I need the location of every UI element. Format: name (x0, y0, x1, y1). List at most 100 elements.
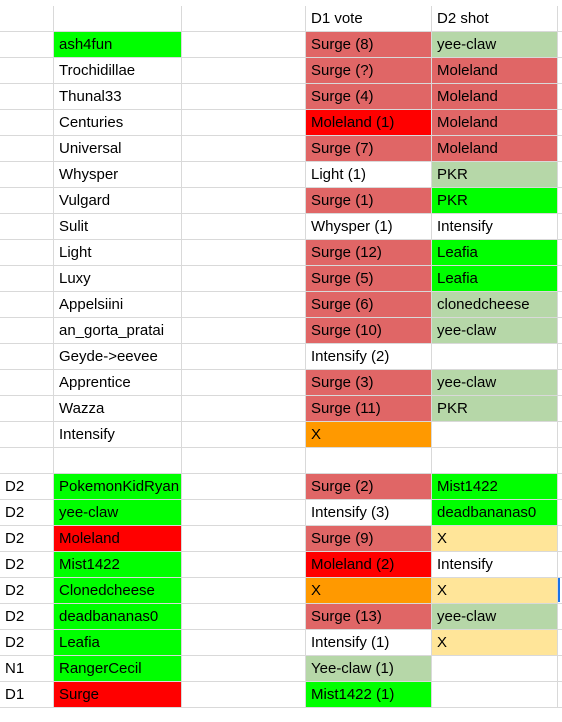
empty-cell[interactable] (182, 136, 306, 162)
empty-cell[interactable] (182, 214, 306, 240)
d2-shot-cell[interactable]: Leafia (432, 266, 558, 292)
d2-shot-cell[interactable]: clonedcheese (432, 292, 558, 318)
d2-shot-cell[interactable]: Intensify (432, 214, 558, 240)
player-name-cell[interactable]: Sulit (54, 214, 182, 240)
row-label-cell[interactable]: D2 (0, 578, 54, 604)
empty-cell[interactable] (182, 84, 306, 110)
player-name-cell[interactable]: Thunal33 (54, 84, 182, 110)
d1-vote-cell[interactable]: Mist1422 (1) (306, 682, 432, 708)
d2-shot-cell[interactable]: deadbananas0 (432, 500, 558, 526)
player-name-cell[interactable]: Clonedcheese (54, 578, 182, 604)
row-label-cell[interactable] (0, 162, 54, 188)
d2-shot-cell[interactable] (432, 656, 558, 682)
empty-cell[interactable] (182, 500, 306, 526)
d1-vote-cell[interactable]: Intensify (1) (306, 630, 432, 656)
edge-cell[interactable] (558, 292, 562, 318)
header-empty-cell[interactable] (182, 6, 306, 32)
player-name-cell[interactable]: Trochidillae (54, 58, 182, 84)
d1-vote-cell[interactable]: Moleland (2) (306, 552, 432, 578)
d2-shot-cell[interactable] (432, 682, 558, 708)
empty-cell[interactable] (182, 396, 306, 422)
row-label-cell[interactable] (0, 370, 54, 396)
empty-cell[interactable] (182, 162, 306, 188)
row-label-cell[interactable] (0, 58, 54, 84)
player-name-cell[interactable]: Centuries (54, 110, 182, 136)
header-empty-cell[interactable] (54, 6, 182, 32)
empty-cell[interactable] (182, 318, 306, 344)
d1-vote-cell[interactable]: Surge (7) (306, 136, 432, 162)
d1-vote-cell[interactable]: Surge (4) (306, 84, 432, 110)
empty-cell[interactable] (182, 526, 306, 552)
header-empty-cell[interactable] (558, 6, 562, 32)
player-name-cell[interactable]: yee-claw (54, 500, 182, 526)
d2-shot-cell[interactable]: Moleland (432, 136, 558, 162)
row-label-cell[interactable] (0, 32, 54, 58)
d1-vote-cell[interactable]: Surge (3) (306, 370, 432, 396)
edge-cell[interactable] (558, 162, 562, 188)
player-name-cell[interactable]: Leafia (54, 630, 182, 656)
d1-vote-cell[interactable]: Moleland (1) (306, 110, 432, 136)
player-name-cell[interactable]: Mist1422 (54, 552, 182, 578)
player-name-cell[interactable]: Moleland (54, 526, 182, 552)
d2-shot-cell[interactable]: Leafia (432, 240, 558, 266)
edge-cell[interactable] (558, 58, 562, 84)
empty-cell[interactable] (182, 682, 306, 708)
d2-shot-cell[interactable]: X (432, 526, 558, 552)
row-label-cell[interactable]: D1 (0, 682, 54, 708)
edge-cell[interactable] (558, 448, 562, 474)
empty-cell[interactable] (182, 552, 306, 578)
player-name-cell[interactable]: Light (54, 240, 182, 266)
row-label-cell[interactable] (0, 292, 54, 318)
d2-shot-cell[interactable]: X (432, 630, 558, 656)
d2-shot-cell[interactable]: PKR (432, 396, 558, 422)
empty-cell[interactable] (182, 578, 306, 604)
player-name-cell[interactable]: deadbananas0 (54, 604, 182, 630)
empty-cell[interactable] (182, 32, 306, 58)
player-name-cell[interactable]: Luxy (54, 266, 182, 292)
d1-vote-cell[interactable]: Light (1) (306, 162, 432, 188)
row-label-cell[interactable] (0, 396, 54, 422)
d1-vote-cell[interactable] (306, 448, 432, 474)
edge-cell[interactable] (558, 110, 562, 136)
row-label-cell[interactable] (0, 422, 54, 448)
d2-shot-cell[interactable]: yee-claw (432, 604, 558, 630)
d1-vote-cell[interactable]: Surge (12) (306, 240, 432, 266)
empty-cell[interactable] (182, 604, 306, 630)
d2-shot-cell[interactable] (432, 344, 558, 370)
player-name-cell[interactable]: Vulgard (54, 188, 182, 214)
row-label-cell[interactable]: N1 (0, 656, 54, 682)
d2-shot-cell[interactable]: yee-claw (432, 370, 558, 396)
edge-cell[interactable] (558, 656, 562, 682)
empty-cell[interactable] (182, 266, 306, 292)
empty-cell[interactable] (182, 58, 306, 84)
header-empty-cell[interactable] (0, 6, 54, 32)
row-label-cell[interactable]: D2 (0, 604, 54, 630)
d1-vote-cell[interactable]: Yee-claw (1) (306, 656, 432, 682)
edge-cell[interactable] (558, 474, 562, 500)
row-label-cell[interactable]: D2 (0, 526, 54, 552)
d1-vote-cell[interactable]: Surge (9) (306, 526, 432, 552)
d1-vote-cell[interactable]: Surge (11) (306, 396, 432, 422)
edge-cell[interactable] (558, 500, 562, 526)
edge-cell[interactable] (558, 266, 562, 292)
row-label-cell[interactable] (0, 344, 54, 370)
d1-vote-cell[interactable]: Whysper (1) (306, 214, 432, 240)
d2-shot-cell[interactable]: X (432, 578, 558, 604)
d1-vote-cell[interactable]: Surge (5) (306, 266, 432, 292)
edge-cell[interactable] (558, 240, 562, 266)
header-d1-vote[interactable]: D1 vote (306, 6, 432, 32)
d1-vote-cell[interactable]: Surge (1) (306, 188, 432, 214)
d1-vote-cell[interactable]: Surge (10) (306, 318, 432, 344)
empty-cell[interactable] (182, 344, 306, 370)
edge-cell[interactable] (558, 552, 562, 578)
empty-cell[interactable] (182, 422, 306, 448)
row-label-cell[interactable] (0, 448, 54, 474)
d2-shot-cell[interactable]: PKR (432, 188, 558, 214)
row-label-cell[interactable] (0, 214, 54, 240)
d1-vote-cell[interactable]: Intensify (3) (306, 500, 432, 526)
edge-cell[interactable] (558, 32, 562, 58)
d1-vote-cell[interactable]: Surge (?) (306, 58, 432, 84)
player-name-cell[interactable]: Intensify (54, 422, 182, 448)
edge-cell[interactable] (558, 84, 562, 110)
d2-shot-cell[interactable]: yee-claw (432, 32, 558, 58)
